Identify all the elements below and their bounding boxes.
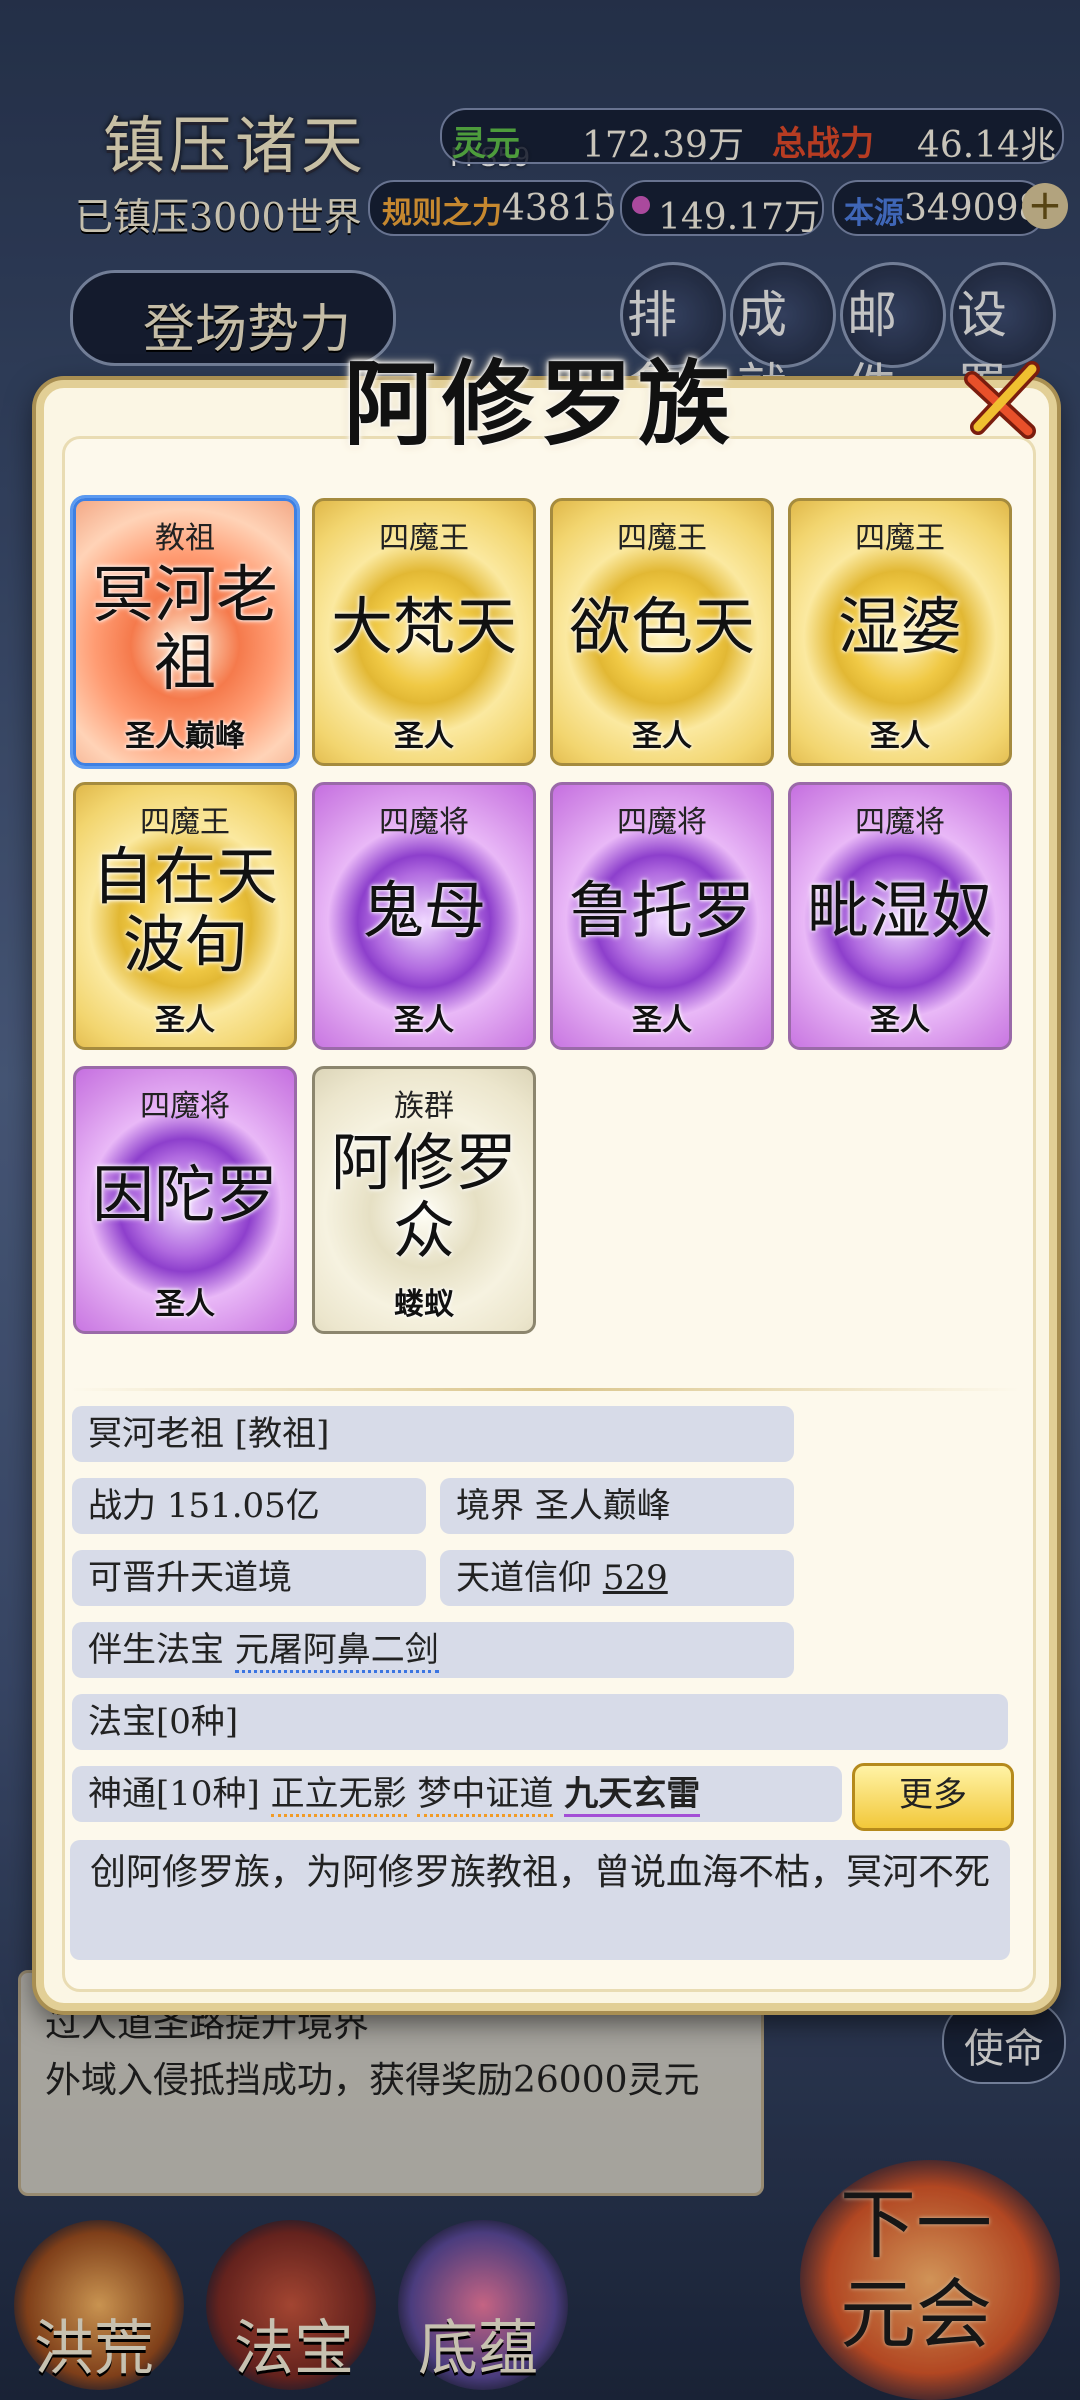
card-name-line: 祖 bbox=[153, 626, 216, 699]
card-name-line: 众 bbox=[392, 1194, 455, 1267]
selected-character-name: 冥河老祖 [教祖] bbox=[72, 1406, 794, 1462]
card-realm: 圣人 bbox=[155, 1003, 215, 1038]
character-card[interactable]: 四魔将 鬼母 圣人 bbox=[312, 782, 536, 1050]
character-card[interactable]: 四魔王 自在天 波旬 圣人 bbox=[73, 782, 297, 1050]
card-name: 大梵天 bbox=[315, 593, 533, 661]
card-realm: 圣人 bbox=[632, 719, 692, 754]
card-name: 冥河老 祖 bbox=[76, 561, 294, 697]
card-name-line: 冥河老 bbox=[91, 558, 278, 631]
power-value: 151.05亿 bbox=[166, 1486, 320, 1526]
card-name: 毗湿奴 bbox=[791, 877, 1009, 945]
card-rank: 教祖 bbox=[155, 521, 215, 556]
card-name-line: 自在天 bbox=[91, 840, 278, 913]
character-card[interactable]: 四魔将 因陀罗 圣人 bbox=[73, 1066, 297, 1334]
modal-title: 阿修罗族 bbox=[343, 350, 736, 458]
companion-row: 伴生法宝 元屠阿鼻二剑 bbox=[72, 1622, 794, 1678]
card-name: 湿婆 bbox=[791, 593, 1009, 661]
card-rank: 四魔王 bbox=[855, 521, 945, 556]
close-button[interactable] bbox=[958, 355, 1048, 445]
faith-row: 天道信仰 529 bbox=[440, 1550, 794, 1606]
card-rank: 四魔将 bbox=[855, 805, 945, 840]
card-name-line: 湿婆 bbox=[837, 590, 962, 663]
realm-value: 圣人巅峰 bbox=[534, 1486, 671, 1526]
card-realm: 圣人 bbox=[155, 1287, 215, 1322]
skills-label: 神通[10种] bbox=[88, 1774, 260, 1814]
power-row: 战力 151.05亿 bbox=[72, 1478, 426, 1534]
realm-row: 境界 圣人巅峰 bbox=[440, 1478, 794, 1534]
card-name: 欲色天 bbox=[553, 593, 771, 661]
card-name-line: 鲁托罗 bbox=[568, 874, 755, 947]
character-card[interactable]: 四魔将 鲁托罗 圣人 bbox=[550, 782, 774, 1050]
close-icon bbox=[964, 361, 1040, 439]
character-description: 创阿修罗族，为阿修罗族教祖，曾说血海不枯，冥河不死 bbox=[70, 1840, 1010, 1960]
card-name: 自在天 波旬 bbox=[76, 843, 294, 979]
skill-link[interactable]: 正立无影 bbox=[270, 1774, 407, 1817]
card-realm: 蝼蚁 bbox=[394, 1287, 454, 1322]
faith-label: 天道信仰 bbox=[456, 1558, 592, 1598]
card-rank: 族群 bbox=[394, 1089, 454, 1124]
more-skills-button[interactable]: 更多 bbox=[852, 1763, 1014, 1831]
card-realm: 圣人 bbox=[394, 1003, 454, 1038]
card-rank: 四魔王 bbox=[379, 521, 469, 556]
card-rank: 四魔将 bbox=[617, 805, 707, 840]
skills-row: 神通[10种] 正立无影 梦中证道 九天玄雷 bbox=[72, 1766, 842, 1822]
realm-label: 境界 bbox=[456, 1486, 524, 1526]
card-rank: 四魔王 bbox=[617, 521, 707, 556]
character-card[interactable]: 教祖 冥河老 祖 圣人巅峰 bbox=[73, 498, 297, 766]
card-name: 阿修罗 众 bbox=[315, 1129, 533, 1265]
card-name-line: 欲色天 bbox=[568, 590, 755, 663]
companion-label: 伴生法宝 bbox=[88, 1630, 224, 1670]
card-realm: 圣人 bbox=[394, 719, 454, 754]
card-name: 鲁托罗 bbox=[553, 877, 771, 945]
section-divider bbox=[70, 1388, 1020, 1391]
character-card[interactable]: 四魔王 湿婆 圣人 bbox=[788, 498, 1012, 766]
card-name-line: 毗湿奴 bbox=[806, 874, 993, 947]
skill-link[interactable]: 九天玄雷 bbox=[564, 1774, 701, 1817]
card-realm: 圣人 bbox=[632, 1003, 692, 1038]
card-name-line: 鬼母 bbox=[361, 874, 486, 947]
card-name: 因陀罗 bbox=[76, 1161, 294, 1229]
promote-status: 可晋升天道境 bbox=[72, 1550, 426, 1606]
faith-value-link[interactable]: 529 bbox=[603, 1558, 668, 1598]
skill-link[interactable]: 梦中证道 bbox=[417, 1774, 554, 1817]
card-rank: 四魔王 bbox=[140, 805, 230, 840]
character-card[interactable]: 四魔将 毗湿奴 圣人 bbox=[788, 782, 1012, 1050]
power-label: 战力 bbox=[88, 1486, 156, 1526]
card-realm: 圣人 bbox=[870, 719, 930, 754]
card-rank: 四魔将 bbox=[379, 805, 469, 840]
card-name: 鬼母 bbox=[315, 877, 533, 945]
card-name-line: 波旬 bbox=[122, 908, 247, 981]
character-card[interactable]: 四魔王 大梵天 圣人 bbox=[312, 498, 536, 766]
card-realm: 圣人巅峰 bbox=[125, 719, 245, 754]
card-name-line: 阿修罗 bbox=[330, 1126, 517, 1199]
character-card[interactable]: 四魔王 欲色天 圣人 bbox=[550, 498, 774, 766]
treasure-row: 法宝[0种] bbox=[72, 1694, 1008, 1750]
companion-treasure-link[interactable]: 元屠阿鼻二剑 bbox=[234, 1630, 439, 1673]
character-card[interactable]: 族群 阿修罗 众 蝼蚁 bbox=[312, 1066, 536, 1334]
card-name-line: 大梵天 bbox=[330, 590, 517, 663]
card-realm: 圣人 bbox=[870, 1003, 930, 1038]
card-name-line: 因陀罗 bbox=[91, 1158, 278, 1231]
card-rank: 四魔将 bbox=[140, 1089, 230, 1124]
